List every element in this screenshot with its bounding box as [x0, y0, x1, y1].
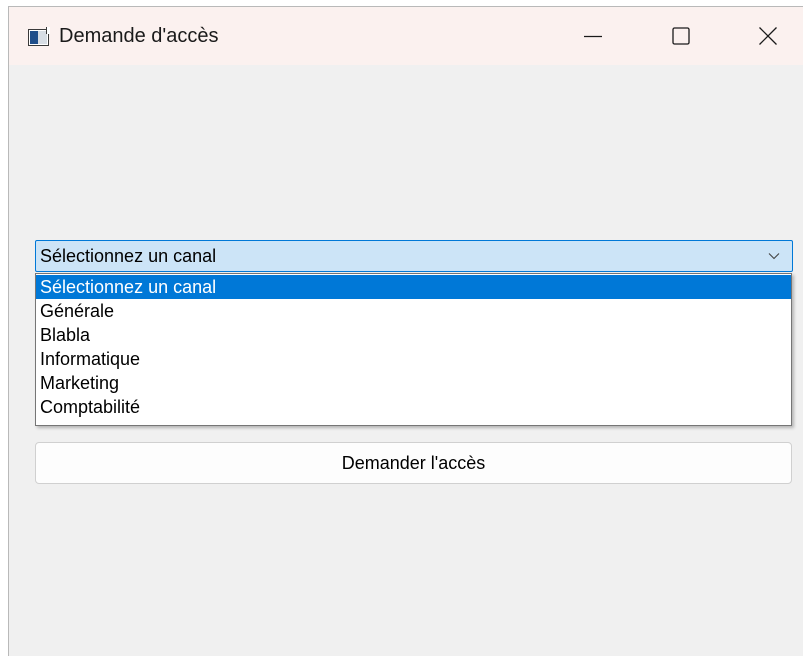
channel-option-selectionnez[interactable]: Sélectionnez un canal — [36, 275, 791, 299]
maximize-icon — [672, 27, 690, 45]
chevron-down-icon — [768, 253, 780, 260]
channel-select[interactable]: Sélectionnez un canal — [35, 240, 793, 272]
title-bar[interactable]: Demande d'accès — [9, 7, 803, 65]
app-window-icon — [28, 27, 50, 46]
main-window: Demande d'accès Sélectionnez un canal Sé… — [8, 6, 803, 656]
minimize-icon — [584, 35, 602, 38]
close-button[interactable] — [728, 7, 803, 65]
minimize-button[interactable] — [553, 7, 633, 65]
channel-option-informatique[interactable]: Informatique — [36, 347, 791, 371]
request-access-button[interactable]: Demander l'accès — [35, 442, 792, 484]
channel-option-comptabilite[interactable]: Comptabilité — [36, 395, 791, 419]
maximize-button[interactable] — [641, 7, 721, 65]
channel-option-generale[interactable]: Générale — [36, 299, 791, 323]
channel-dropdown-list: Sélectionnez un canal Générale Blabla In… — [35, 273, 792, 426]
channel-option-blabla[interactable]: Blabla — [36, 323, 791, 347]
window-title: Demande d'accès — [59, 25, 219, 47]
close-icon — [759, 27, 777, 45]
channel-select-value: Sélectionnez un canal — [40, 246, 217, 266]
channel-option-marketing[interactable]: Marketing — [36, 371, 791, 395]
